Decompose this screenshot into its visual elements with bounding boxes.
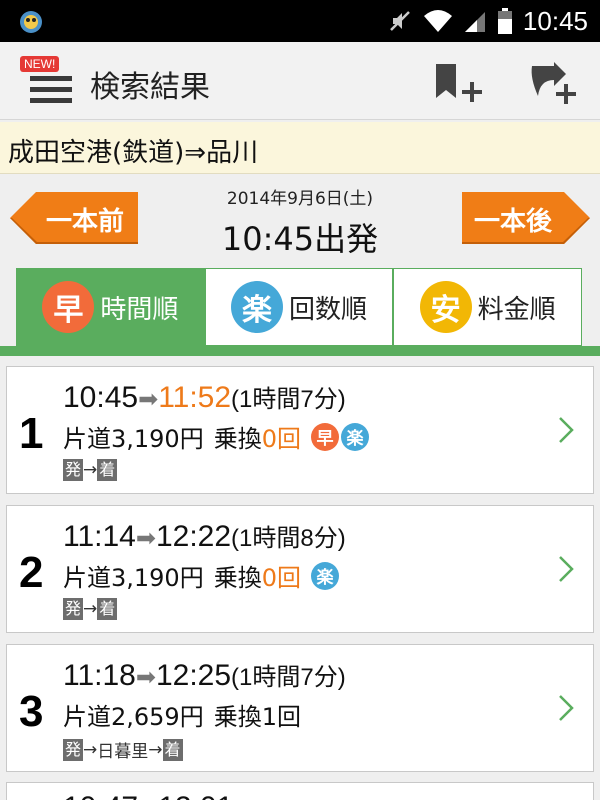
time-navigation: 一本前 2014年9月6日(土) 10:45出発 一本後	[0, 176, 600, 260]
result-fare-line: 片道2,659円 乗換 1回	[63, 697, 301, 732]
arrow-right-icon: ➡	[138, 796, 158, 800]
new-badge: NEW!	[20, 56, 60, 72]
arrive-time: 11:52	[158, 381, 232, 414]
result-rank: 2	[19, 548, 44, 597]
fare: 片道3,190円	[63, 564, 204, 592]
result-fare-line: 片道3,190円 乗換 0回 早 楽	[63, 419, 369, 454]
menu-icon	[30, 76, 72, 81]
arrow-right-icon: ➡	[135, 664, 156, 691]
status-bar: 10:45	[0, 0, 600, 42]
tab-label: 回数順	[289, 294, 368, 325]
easy-badge-icon: 楽	[311, 561, 339, 590]
signal-icon	[464, 12, 485, 32]
result-row[interactable]: 3 11:18➡12:25(1時間7分) 片道2,659円 乗換 1回 発 → 日暮…	[6, 644, 594, 772]
battery-icon	[497, 8, 512, 34]
result-row[interactable]: 10:47➡12:01	[6, 782, 594, 800]
tab-label: 料金順	[477, 294, 556, 325]
duration: (1時間7分)	[231, 386, 346, 413]
app-notification-icon	[20, 11, 42, 33]
result-times: 11:18➡12:25(1時間7分)	[63, 657, 346, 693]
transfer-label: 乗換	[213, 564, 262, 592]
arrive-label: 着	[162, 738, 183, 761]
chevron-right-icon	[559, 695, 574, 721]
tab-sort-fare[interactable]: 安 料金順	[393, 268, 583, 346]
via-station: 日暮里	[97, 742, 149, 762]
result-times: 10:47➡12:01	[63, 791, 233, 800]
app-bar: NEW! 検索結果	[0, 42, 600, 120]
fare: 片道3,190円	[63, 425, 204, 453]
next-train-label: 一本後	[474, 207, 553, 237]
status-time: 10:45	[522, 5, 588, 36]
chevron-right-icon	[559, 417, 574, 443]
page-title: 検索結果	[90, 70, 210, 105]
route-summary: 発 → 着	[63, 598, 118, 620]
tab-sort-time[interactable]: 早 時間順	[16, 268, 205, 346]
result-fare-line: 片道3,190円 乗換 0回 楽	[63, 558, 339, 593]
route-text: 成田空港(鉄道)⇒品川	[8, 138, 259, 168]
result-rank: 3	[19, 687, 44, 736]
tab-label: 時間順	[100, 294, 179, 325]
arrive-time: 12:01	[158, 791, 233, 800]
depart-time: 10:45	[63, 381, 139, 414]
transfer-label: 乗換	[213, 703, 262, 731]
arrow-right-icon: ➡	[138, 386, 159, 413]
chevron-right-icon	[559, 556, 574, 582]
duration: (1時間7分)	[231, 664, 346, 691]
next-train-button[interactable]: 一本後	[460, 192, 590, 244]
transfer-label: 乗換	[213, 425, 262, 453]
result-row[interactable]: 2 11:14➡12:22(1時間8分) 片道3,190円 乗換 0回 楽 発 →…	[6, 505, 594, 633]
result-rank: 1	[19, 409, 44, 458]
depart-time: 11:14	[63, 520, 136, 553]
fare: 片道2,659円	[63, 703, 204, 731]
tabs-underline	[0, 346, 600, 356]
mute-icon	[390, 11, 410, 31]
depart-time: 11:18	[63, 659, 136, 692]
result-row[interactable]: 1 10:45➡11:52(1時間7分) 片道3,190円 乗換 0回 早 楽 …	[6, 366, 594, 494]
depart-label: 発	[63, 459, 84, 481]
result-times: 11:14➡12:22(1時間8分)	[63, 518, 346, 554]
easy-badge-icon: 楽	[341, 422, 369, 451]
bookmark-add-icon[interactable]	[430, 60, 486, 108]
cheap-badge-icon: 安	[419, 281, 472, 333]
tab-sort-transfers[interactable]: 楽 回数順	[204, 268, 394, 346]
sort-tabs: 早 時間順 楽 回数順 安 料金順	[16, 268, 583, 346]
result-times: 10:45➡11:52(1時間7分)	[63, 379, 346, 415]
transfer-count: 1回	[261, 703, 301, 731]
depart-time: 10:47	[63, 791, 138, 800]
fast-badge-icon: 早	[311, 422, 339, 451]
share-add-icon[interactable]	[524, 60, 580, 108]
depart-label: 発	[63, 738, 84, 761]
route-summary: 発 → 日暮里 → 着	[63, 737, 183, 762]
route-summary: 発 → 着	[63, 459, 118, 481]
easy-badge-icon: 楽	[231, 281, 283, 333]
depart-label: 発	[63, 598, 84, 620]
arrive-time: 12:22	[155, 520, 232, 553]
arrive-label: 着	[97, 598, 118, 620]
transfer-count: 0回	[261, 425, 301, 453]
arrive-time: 12:25	[155, 659, 232, 692]
menu-button[interactable]: NEW!	[20, 56, 72, 108]
fast-badge-icon: 早	[42, 281, 95, 333]
wifi-icon	[423, 10, 452, 32]
transfer-count: 0回	[261, 564, 301, 592]
arrow-right-icon: ➡	[135, 525, 156, 552]
route-bar: 成田空港(鉄道)⇒品川	[0, 122, 600, 174]
arrive-label: 着	[97, 459, 118, 481]
duration: (1時間8分)	[231, 525, 346, 552]
